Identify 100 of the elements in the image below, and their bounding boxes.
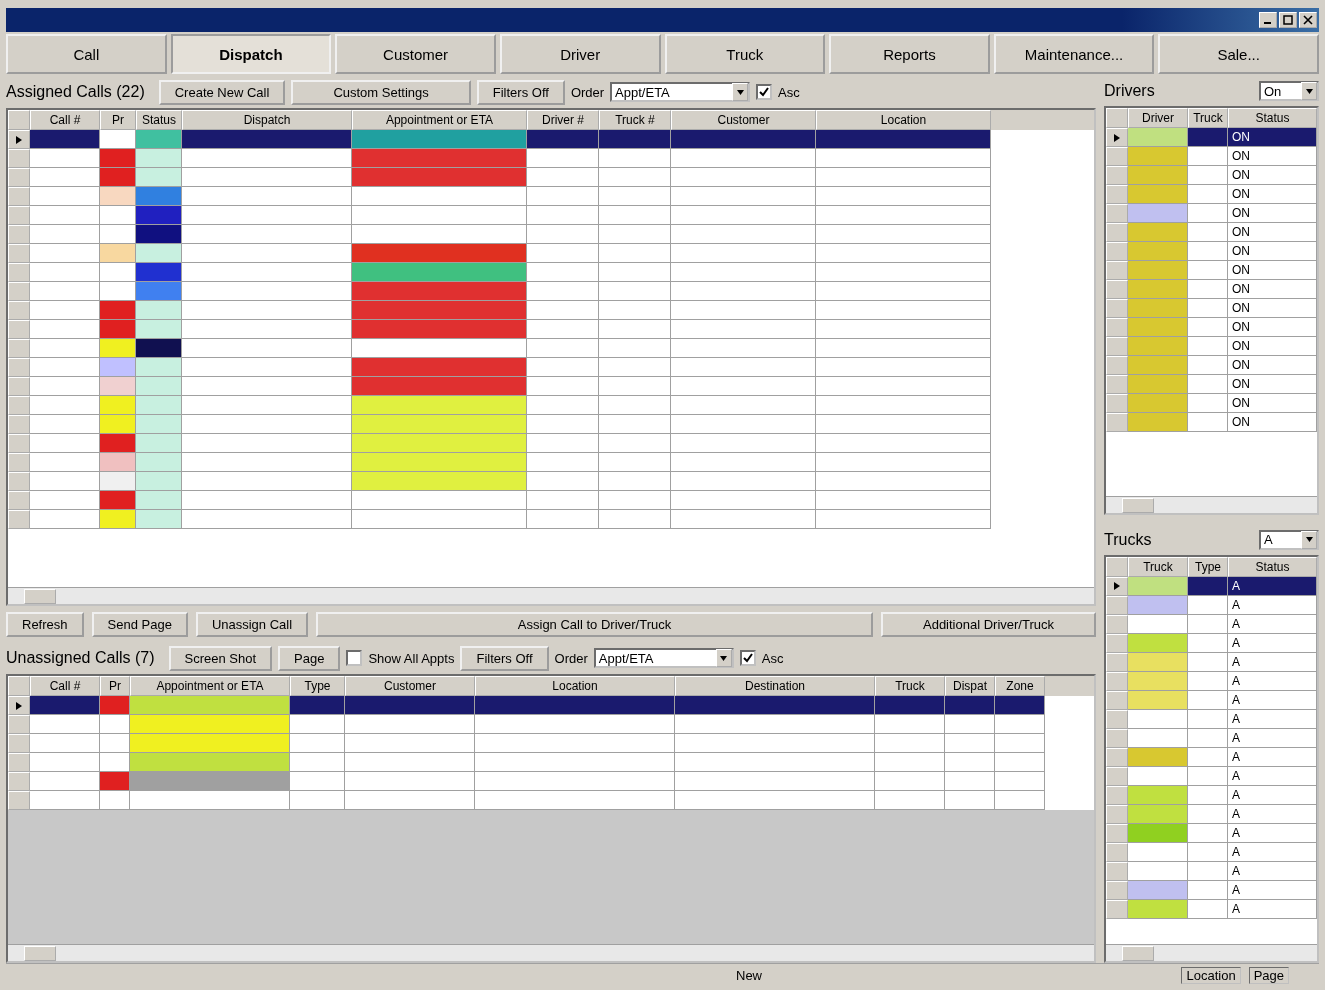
checkbox[interactable] xyxy=(346,650,363,666)
toolbar-button[interactable]: Filters Off xyxy=(476,79,565,105)
table-row[interactable]: ON xyxy=(1106,318,1317,337)
column-header[interactable]: Type xyxy=(290,676,345,696)
table-row[interactable]: A xyxy=(1106,804,1317,824)
table-cell: ON xyxy=(1228,242,1317,261)
tab[interactable]: Driver xyxy=(499,34,661,74)
table-row[interactable]: A xyxy=(1106,652,1317,672)
column-header[interactable]: Driver # xyxy=(527,110,599,130)
tab[interactable]: Dispatch xyxy=(170,34,332,74)
column-header[interactable]: Appointment or ETA xyxy=(130,676,290,696)
table-cell xyxy=(30,396,100,415)
table-row[interactable]: A xyxy=(1106,766,1317,786)
column-header[interactable]: Zone xyxy=(995,676,1045,696)
column-header[interactable]: Customer xyxy=(345,676,475,696)
maximize-icon[interactable] xyxy=(1279,12,1297,28)
table-row[interactable]: ON xyxy=(1106,242,1317,261)
table-row[interactable]: ON xyxy=(1106,375,1317,394)
filter-dropdown[interactable]: On xyxy=(1259,81,1319,101)
toolbar-button[interactable]: Screen Shot xyxy=(168,645,273,671)
table-row[interactable]: ON xyxy=(1106,128,1317,147)
action-button[interactable]: Unassign Call xyxy=(195,611,309,637)
toolbar-button[interactable]: Create New Call xyxy=(158,79,286,105)
column-header[interactable]: Pr xyxy=(100,110,136,130)
status-text: Page xyxy=(1248,966,1289,984)
table-row[interactable]: A xyxy=(1106,842,1317,862)
tab[interactable]: Maintenance... xyxy=(993,34,1155,74)
column-header[interactable]: Dispatch xyxy=(182,110,352,130)
minimize-icon[interactable] xyxy=(1259,12,1277,28)
column-header[interactable]: Call # xyxy=(30,110,100,130)
table-row[interactable]: ON xyxy=(1106,280,1317,299)
action-button[interactable]: Send Page xyxy=(91,611,188,637)
column-header[interactable]: Appointment or ETA xyxy=(352,110,527,130)
order-dropdown[interactable]: Appt/ETA xyxy=(610,82,751,102)
table-row[interactable]: A xyxy=(1106,671,1317,691)
column-header[interactable]: Driver xyxy=(1128,108,1188,128)
column-header[interactable]: Status xyxy=(136,110,182,130)
horizontal-scrollbar[interactable] xyxy=(1106,944,1317,961)
table-row[interactable]: ON xyxy=(1106,299,1317,318)
table-row[interactable]: A xyxy=(1106,633,1317,653)
horizontal-scrollbar[interactable] xyxy=(1106,495,1317,513)
toolbar-button[interactable]: Page xyxy=(278,645,341,671)
table-row[interactable]: A xyxy=(1106,614,1317,634)
tab[interactable]: Reports xyxy=(829,34,990,74)
horizontal-scrollbar[interactable] xyxy=(8,587,1094,604)
table-row[interactable]: ON xyxy=(1106,337,1317,356)
action-button[interactable]: Assign Call to Driver/Truck xyxy=(316,611,873,637)
action-button[interactable]: Refresh xyxy=(6,611,84,637)
checkbox[interactable] xyxy=(739,650,756,666)
table-row[interactable]: ON xyxy=(1106,185,1317,204)
tab[interactable]: Truck xyxy=(664,34,826,74)
column-header[interactable]: Location xyxy=(816,110,991,130)
table-row[interactable]: A xyxy=(1106,728,1317,748)
table-row[interactable]: A xyxy=(1106,595,1317,615)
column-header[interactable]: Pr xyxy=(100,676,130,696)
column-header[interactable]: Call # xyxy=(30,676,100,696)
table-row[interactable]: A xyxy=(1106,861,1317,881)
column-header[interactable]: Truck xyxy=(875,676,945,696)
table-row[interactable]: ON xyxy=(1106,413,1317,432)
column-header[interactable]: Destination xyxy=(675,676,875,696)
table-row[interactable]: ON xyxy=(1106,223,1317,242)
table-row[interactable]: A xyxy=(1106,576,1317,596)
dropdown-arrow-icon[interactable] xyxy=(1305,537,1313,542)
filter-dropdown[interactable]: A xyxy=(1259,529,1319,550)
table-row[interactable]: ON xyxy=(1106,204,1317,223)
column-header[interactable]: Truck xyxy=(1128,556,1188,577)
table-row[interactable]: A xyxy=(1106,823,1317,843)
column-header[interactable]: Location xyxy=(475,676,675,696)
column-header[interactable]: Customer xyxy=(671,110,816,130)
horizontal-scrollbar[interactable] xyxy=(8,944,1094,961)
table-row[interactable]: A xyxy=(1106,747,1317,767)
column-header[interactable]: Truck # xyxy=(599,110,671,130)
table-row[interactable]: A xyxy=(1106,899,1317,919)
table-row[interactable]: ON xyxy=(1106,261,1317,280)
table-row[interactable]: ON xyxy=(1106,356,1317,375)
table-row[interactable]: ON xyxy=(1106,166,1317,185)
column-header[interactable]: Truck xyxy=(1188,108,1228,128)
dropdown-arrow-icon[interactable] xyxy=(720,655,728,661)
dropdown-arrow-icon[interactable] xyxy=(1305,88,1313,94)
toolbar-button[interactable]: Filters Off xyxy=(460,645,549,671)
tab[interactable]: Call xyxy=(6,34,167,74)
table-row[interactable]: ON xyxy=(1106,147,1317,166)
tab[interactable]: Sale... xyxy=(1158,34,1319,74)
action-button[interactable]: Additional Driver/Truck xyxy=(881,611,1096,637)
column-header[interactable]: Dispat xyxy=(945,676,995,696)
table-row[interactable]: A xyxy=(1106,690,1317,710)
table-row[interactable]: ON xyxy=(1106,394,1317,413)
tab[interactable]: Customer xyxy=(335,34,496,74)
table-row[interactable]: A xyxy=(1106,709,1317,729)
dropdown-arrow-icon[interactable] xyxy=(736,89,744,95)
table-row[interactable]: A xyxy=(1106,880,1317,900)
column-header[interactable]: Type xyxy=(1188,556,1228,577)
table-row[interactable]: A xyxy=(1106,785,1317,805)
order-dropdown[interactable]: Appt/ETA xyxy=(593,648,734,668)
column-header[interactable]: Status xyxy=(1228,556,1317,577)
toolbar-button[interactable]: Custom Settings xyxy=(291,79,471,105)
table-cell xyxy=(527,225,599,244)
checkbox[interactable] xyxy=(756,84,773,100)
column-header[interactable]: Status xyxy=(1228,108,1317,128)
close-icon[interactable] xyxy=(1299,12,1317,28)
